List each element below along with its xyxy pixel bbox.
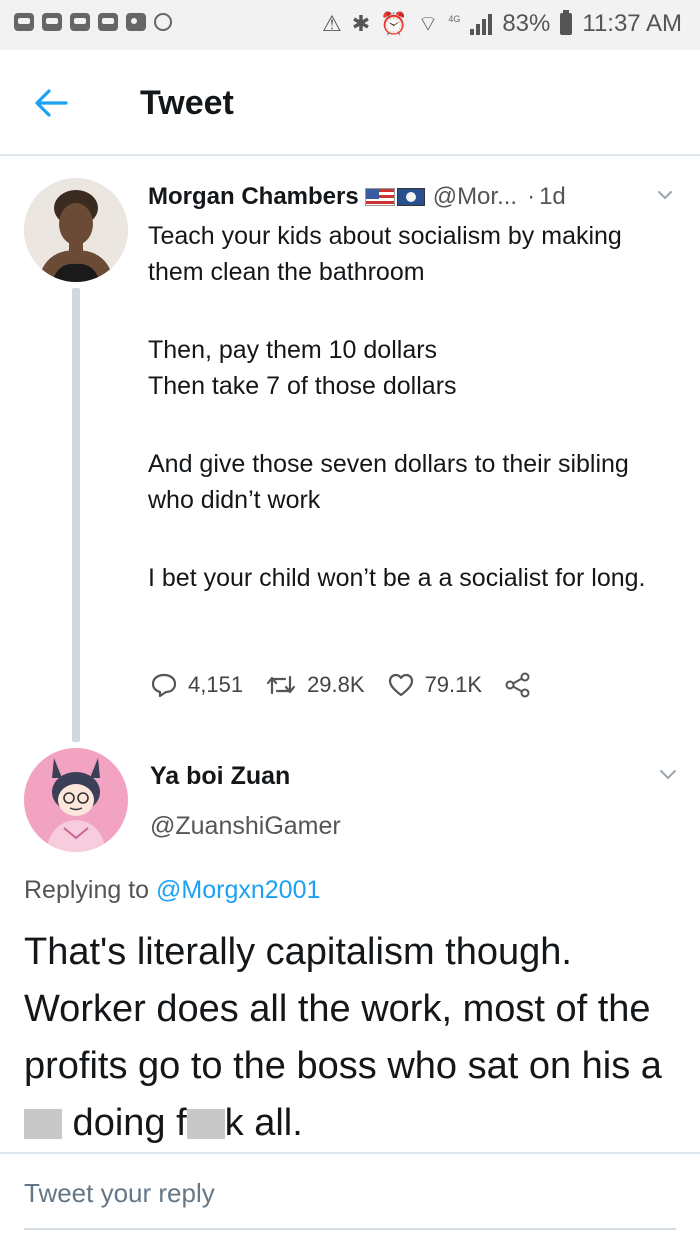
reply-text-part: k all.	[224, 1102, 303, 1144]
retweet-count: 29.8K	[307, 672, 365, 697]
game-controller-icon	[42, 13, 62, 31]
avatar[interactable]	[24, 178, 128, 282]
game-controller-icon	[70, 13, 90, 31]
tweet-paragraph: Teach your kids about socialism by makin…	[148, 222, 622, 286]
wifi-icon: ⌔	[417, 11, 439, 36]
notification-icons	[14, 13, 172, 31]
reply-count: 4,151	[188, 672, 244, 697]
user-handle[interactable]: @Mor...	[433, 183, 517, 211]
alarm-icon: ⏰	[380, 11, 408, 36]
reply-button[interactable]: 4,151	[150, 672, 243, 698]
status-bar: ⚠ ✱ ⏰ ⌔ 4G 83% 11:37 AM	[0, 0, 700, 50]
display-name[interactable]: Ya boi Zuan	[150, 762, 290, 791]
retweet-button[interactable]: 29.8K	[265, 672, 365, 698]
tweet-paragraph: Then, pay them 10 dollars Then take 7 of…	[148, 336, 457, 400]
back-arrow-icon[interactable]	[34, 88, 68, 118]
network-type: 4G	[448, 14, 461, 24]
replying-label: Replying to	[24, 876, 150, 904]
tweet-paragraph: And give those seven dollars to their si…	[148, 450, 629, 514]
like-button[interactable]: 79.1K	[387, 672, 483, 698]
original-tweet[interactable]: Morgan Chambers @Mor... · 1d Teach your …	[148, 180, 678, 596]
tweet-time: 1d	[539, 183, 566, 210]
chevron-down-icon[interactable]	[658, 764, 678, 784]
battery-icon	[560, 10, 573, 35]
reply-icon	[151, 673, 177, 698]
app-header: Tweet	[0, 50, 700, 156]
video-icon	[126, 13, 146, 31]
game-controller-icon	[98, 13, 118, 31]
share-button[interactable]	[504, 672, 542, 698]
profile-photo	[24, 748, 128, 852]
bluetooth-icon: ✱	[351, 11, 371, 36]
system-status: ⚠ ✱ ⏰ ⌔ 4G 83% 11:37 AM	[322, 10, 682, 38]
flag-icon	[396, 188, 425, 206]
heart-icon	[388, 673, 413, 697]
replying-to-line: Replying to @Morgxn2001	[24, 876, 320, 905]
like-count: 79.1K	[424, 672, 483, 697]
censor-blur	[186, 1109, 225, 1139]
censor-blur	[24, 1109, 62, 1139]
chevron-down-icon[interactable]	[656, 186, 674, 204]
separator-dot: ·	[527, 183, 536, 210]
tweet-paragraph: I bet your child won’t be a a socialist …	[148, 564, 646, 592]
mention-link[interactable]: @Morgxn2001	[156, 876, 320, 904]
location-icon	[154, 13, 172, 31]
tweet-header: Morgan Chambers @Mor... · 1d	[148, 180, 678, 214]
battery-percent: 83%	[502, 10, 551, 37]
reply-text-part: doing f	[62, 1102, 187, 1144]
signal-icon	[470, 13, 493, 35]
avatar[interactable]	[24, 748, 128, 852]
thread-line	[72, 288, 80, 742]
tweet-actions: 4,151 29.8K 79.1K	[150, 672, 564, 698]
user-handle[interactable]: @ZuanshiGamer	[150, 812, 341, 841]
tweet-text: Teach your kids about socialism by makin…	[148, 218, 678, 596]
upload-icon: ⚠	[322, 11, 342, 36]
display-name[interactable]: Morgan Chambers	[148, 183, 359, 211]
retweet-icon	[266, 675, 296, 695]
game-controller-icon	[14, 13, 34, 31]
share-icon	[505, 672, 530, 698]
clock: 11:37 AM	[582, 10, 682, 37]
page-title: Tweet	[140, 84, 234, 122]
reply-text: That's literally capitalism though. Work…	[24, 924, 684, 1152]
reply-text-part: That's literally capitalism though. Work…	[24, 931, 662, 1087]
us-flag-icon	[364, 188, 395, 206]
divider	[0, 1152, 700, 1154]
profile-photo	[24, 178, 128, 282]
reply-input[interactable]: Tweet your reply	[24, 1178, 676, 1230]
